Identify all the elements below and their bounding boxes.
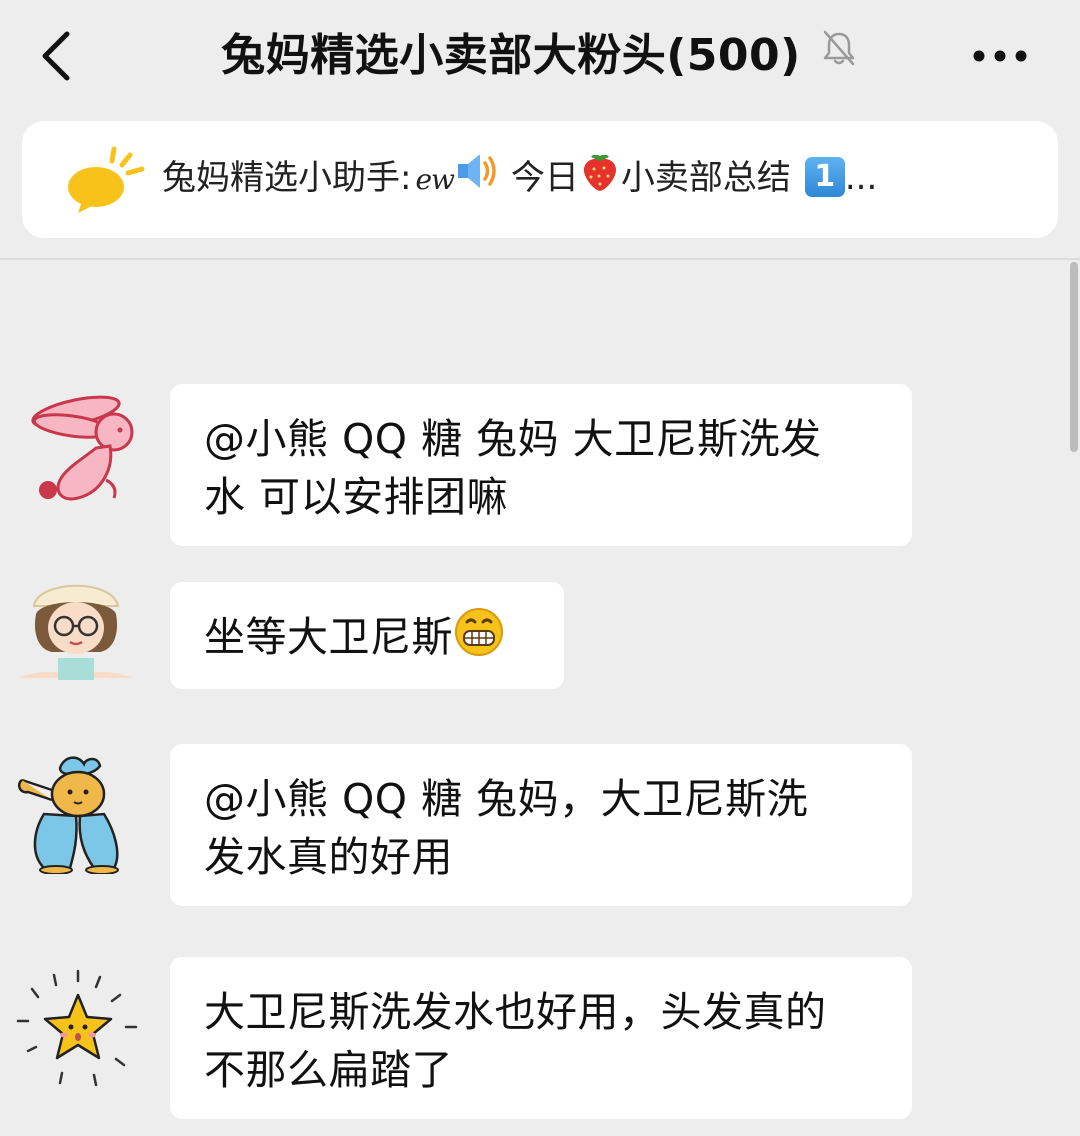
- chat-header: 兔妈精选小卖部大粉头(500): [0, 0, 1080, 112]
- message-bubble[interactable]: 大卫尼斯洗发水也好用，头发真的 不那么扁踏了: [170, 957, 912, 1119]
- chat-title: 兔妈精选小卖部大粉头(500): [0, 26, 1080, 86]
- cartoon-bear-avatar[interactable]: [14, 750, 138, 874]
- message-text: 坐等大卫尼斯: [204, 613, 453, 661]
- message-line: @小熊 QQ 糖 兔妈，大卫尼斯洗: [204, 775, 809, 823]
- chat-screen: 兔妈精选小卖部大粉头(500) 兔妈精选小助手: ew 今日 小卖部总结 1 .…: [0, 0, 1080, 1136]
- message-line: 发水真的好用: [204, 833, 453, 881]
- pinned-announcement[interactable]: 兔妈精选小助手: ew 今日 小卖部总结 1...: [22, 121, 1058, 238]
- pinned-message-text: 兔妈精选小助手: ew 今日 小卖部总结 1...: [162, 155, 877, 204]
- bell-off-icon: [819, 24, 859, 84]
- more-horizontal-icon: [973, 50, 1027, 62]
- pinned-ellipsis: ...: [844, 158, 878, 198]
- message-bubble[interactable]: @小熊 QQ 糖 兔妈，大卫尼斯洗 发水真的好用: [170, 744, 912, 906]
- header-divider: [0, 258, 1080, 260]
- pinned-text-today: 今日: [510, 158, 579, 198]
- message-line: @小熊 QQ 糖 兔妈 大卫尼斯洗发: [204, 415, 822, 463]
- pink-rabbit-avatar[interactable]: [14, 388, 138, 512]
- message-bubble[interactable]: @小熊 QQ 糖 兔妈 大卫尼斯洗发 水 可以安排团嘛: [170, 384, 912, 546]
- message-bubble[interactable]: 坐等大卫尼斯: [170, 582, 564, 689]
- message-line: 大卫尼斯洗发水也好用，头发真的: [204, 988, 827, 1036]
- announcement-bubble-icon: [68, 146, 145, 213]
- speaker-icon: [454, 155, 500, 203]
- scrollbar-thumb[interactable]: [1070, 262, 1078, 452]
- keycap-number-badge: 1: [804, 156, 845, 197]
- pinned-ew-text: ew: [415, 163, 455, 196]
- pinned-sender: 兔妈精选小助手:: [162, 158, 412, 198]
- message-line: 不那么扁踏了: [204, 1046, 453, 1094]
- pinned-text-summary: 小卖部总结: [620, 158, 791, 198]
- grin-emoji-icon: [453, 604, 505, 671]
- chat-title-text: 兔妈精选小卖部大粉头(500): [221, 30, 801, 81]
- star-face-avatar[interactable]: [14, 967, 138, 1091]
- strawberry-icon: [579, 155, 621, 204]
- message-line: 坐等大卫尼斯: [204, 607, 530, 671]
- girl-glasses-avatar[interactable]: [14, 572, 138, 696]
- message-line: 水 可以安排团嘛: [204, 473, 509, 521]
- more-options-button[interactable]: [960, 34, 1040, 78]
